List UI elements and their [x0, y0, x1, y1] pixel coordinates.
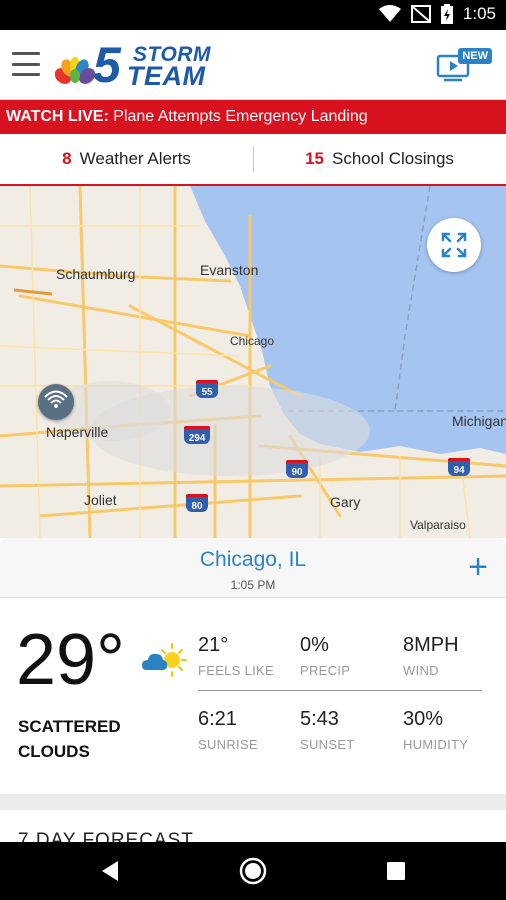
- humidity-stat: 30% HUMIDITY: [403, 708, 468, 752]
- map-label-naperville: Naperville: [46, 424, 109, 440]
- sunrise-value: 6:21: [198, 708, 237, 730]
- school-closings-label: School Closings: [332, 149, 454, 168]
- menu-icon-line: [12, 52, 40, 55]
- sunrise-stat: 6:21 SUNRISE: [198, 708, 258, 752]
- menu-button[interactable]: [12, 52, 40, 76]
- sunset-value: 5:43: [300, 708, 339, 730]
- add-location-button[interactable]: +: [468, 550, 488, 584]
- sunrise-label: SUNRISE: [198, 737, 258, 752]
- humidity-value: 30%: [403, 708, 444, 730]
- wind-value: 8MPH: [403, 634, 459, 656]
- feels-like-label: FEELS LIKE: [198, 663, 274, 678]
- humidity-label: HUMIDITY: [403, 737, 469, 752]
- menu-icon-line: [12, 73, 40, 76]
- status-bar: 1:05: [0, 0, 506, 30]
- battery-charging-icon: [440, 4, 453, 24]
- location-name[interactable]: Chicago, IL: [0, 548, 506, 572]
- sunset-stat: 5:43 SUNSET: [300, 708, 355, 752]
- peacock-icon: [55, 57, 95, 84]
- precip-stat: 0% PRECIP: [300, 634, 350, 678]
- app-bar: 5 STORM TEAM NEW: [0, 30, 506, 100]
- highway-shield-94: 94: [448, 458, 470, 476]
- alerts-divider: [253, 146, 254, 172]
- map-label-evanston: Evanston: [200, 262, 259, 278]
- condition-line-1: SCATTERED: [18, 717, 121, 736]
- map-label-michigan: Michigan: [452, 413, 506, 429]
- feels-like-value: 21°: [198, 634, 229, 656]
- condition-text: SCATTERED CLOUDS: [18, 714, 158, 764]
- weather-map[interactable]: Schaumburg Evanston Chicago Naperville J…: [0, 186, 506, 538]
- feels-like-stat: 21° FEELS LIKE: [198, 634, 274, 678]
- weather-alerts-label: Weather Alerts: [79, 149, 191, 168]
- highway-shield-90: 90: [286, 460, 308, 478]
- logo-team-text: TEAM: [127, 61, 206, 91]
- weather-alerts-button[interactable]: 8 Weather Alerts: [0, 134, 253, 184]
- live-video-button[interactable]: NEW: [436, 48, 492, 82]
- weather-alerts-count: 8: [62, 149, 72, 168]
- alerts-row: 8 Weather Alerts 15 School Closings: [0, 134, 506, 186]
- wind-label: WIND: [403, 663, 439, 678]
- section-gap: [0, 794, 506, 810]
- back-triangle-icon: [102, 861, 118, 881]
- wifi-icon: [378, 5, 401, 22]
- map-label-valparaiso: Valparaiso: [410, 518, 466, 532]
- wind-stat: 8MPH WIND: [403, 634, 459, 678]
- no-signal-icon: [410, 5, 431, 23]
- location-card: Chicago, IL 1:05 PM +: [0, 538, 506, 598]
- current-temperature: 29°: [16, 620, 125, 700]
- watch-live-prefix: WATCH LIVE:: [6, 108, 109, 125]
- watch-live-headline: Plane Attempts Emergency Landing: [113, 108, 368, 125]
- map-label-schaumburg: Schaumburg: [56, 266, 136, 282]
- current-conditions: 29° SCATTERED CLOUDS 21° FEELS LIKE 0% P…: [0, 598, 506, 794]
- school-closings-button[interactable]: 15 School Closings: [253, 134, 506, 184]
- map-label-gary: Gary: [330, 494, 361, 510]
- status-time: 1:05: [462, 4, 496, 23]
- forecast-title: 7 DAY FORECAST: [18, 830, 194, 842]
- school-closings-count: 15: [305, 149, 324, 168]
- recents-square-icon: [387, 862, 405, 880]
- expand-icon: [441, 232, 467, 258]
- highway-shield-55: 55: [196, 380, 218, 398]
- radar-location-icon[interactable]: [38, 384, 74, 420]
- map-label-joliet: Joliet: [84, 492, 117, 508]
- stats-divider: [198, 690, 482, 691]
- sunset-label: SUNSET: [300, 737, 355, 752]
- expand-map-button[interactable]: [427, 218, 481, 272]
- nav-recents-button[interactable]: [381, 856, 411, 886]
- highway-shield-80: 80: [186, 494, 208, 512]
- location-time: 1:05 PM: [230, 578, 276, 592]
- precip-value: 0%: [300, 634, 329, 656]
- watch-live-banner[interactable]: WATCH LIVE: Plane Attempts Emergency Lan…: [0, 100, 506, 134]
- nav-home-button[interactable]: [238, 856, 268, 886]
- highway-shield-294: 294: [184, 426, 210, 444]
- condition-line-2: CLOUDS: [18, 742, 90, 761]
- storm-team-logo[interactable]: 5 STORM TEAM: [55, 40, 235, 90]
- logo-number: 5: [93, 37, 121, 93]
- menu-icon-line: [12, 62, 40, 66]
- partly-cloudy-icon: [142, 643, 187, 677]
- forecast-section: 7 DAY FORECAST: [0, 810, 506, 842]
- home-circle-icon: [239, 857, 267, 885]
- new-badge: NEW: [458, 48, 492, 64]
- system-nav-bar: [0, 842, 506, 900]
- map-label-chicago: Chicago: [230, 334, 275, 348]
- precip-label: PRECIP: [300, 663, 351, 678]
- nav-back-button[interactable]: [96, 856, 126, 886]
